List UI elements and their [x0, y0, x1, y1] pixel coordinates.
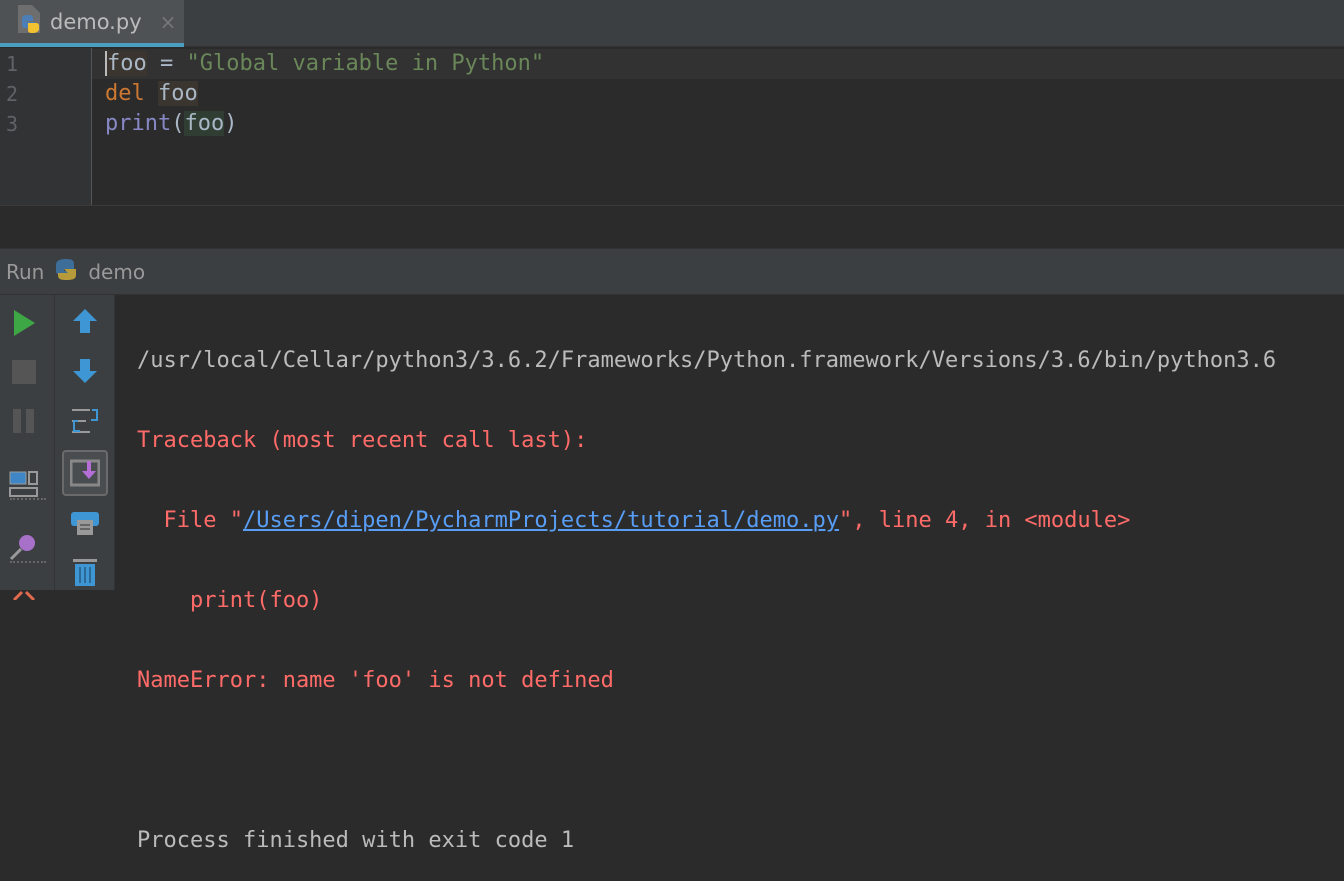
file-prefix: File "	[137, 508, 243, 533]
code-token: foo	[105, 51, 147, 76]
editor-status-strip	[0, 205, 1344, 248]
run-console-output[interactable]: /usr/local/Cellar/python3/3.6.2/Framewor…	[137, 296, 1276, 881]
console-blank-line	[137, 746, 1276, 776]
tab-demo-py[interactable]: demo.py ×	[0, 0, 184, 47]
stop-icon[interactable]	[6, 354, 42, 390]
print-icon[interactable]	[67, 503, 103, 539]
file-suffix: ", line 4, in <module>	[839, 508, 1130, 533]
run-toolbar-primary	[0, 295, 55, 590]
scroll-to-end-toggle[interactable]	[62, 450, 108, 496]
rerun-play-icon[interactable]	[6, 305, 42, 341]
line-number: 3	[6, 109, 18, 139]
console-command-line: /usr/local/Cellar/python3/3.6.2/Framewor…	[137, 346, 1276, 376]
soft-wrap-icon[interactable]	[67, 403, 103, 439]
pause-icon[interactable]	[6, 403, 42, 439]
up-arrow-icon[interactable]	[67, 303, 103, 339]
code-line[interactable]: del foo	[105, 79, 198, 109]
code-token: "Global variable in Python"	[187, 51, 545, 76]
close-tab-icon[interactable]: ×	[160, 10, 177, 34]
close-icon[interactable]	[6, 577, 42, 613]
code-token: =	[147, 51, 187, 76]
code-token	[145, 81, 158, 106]
console-exit-message: Process finished with exit code 1	[137, 826, 1276, 856]
run-label: Run	[6, 260, 44, 284]
console-error-message: NameError: name 'foo' is not defined	[137, 666, 1276, 696]
code-token: )	[224, 111, 237, 136]
trash-icon[interactable]	[67, 553, 103, 589]
line-number: 2	[6, 79, 18, 109]
run-config-name[interactable]: demo	[88, 260, 145, 284]
code-token: foo	[158, 81, 198, 106]
code-token: foo	[184, 111, 224, 136]
python-icon	[52, 255, 80, 288]
editor-tab-bar: demo.py ×	[0, 0, 1344, 47]
console-code-line: print(foo)	[137, 586, 1276, 616]
run-toolbar-secondary	[55, 295, 115, 590]
code-line[interactable]: print(foo)	[105, 109, 237, 139]
python-file-icon	[16, 5, 42, 39]
code-token: print	[105, 111, 171, 136]
pin-tab-icon[interactable]	[6, 528, 42, 564]
console-traceback-header: Traceback (most recent call last):	[137, 426, 1276, 456]
console-file-line: File "/Users/dipen/PycharmProjects/tutor…	[137, 506, 1276, 536]
code-token: (	[171, 111, 184, 136]
down-arrow-icon[interactable]	[67, 353, 103, 389]
tab-filename: demo.py	[50, 10, 142, 34]
run-panel-header: Run demo	[0, 248, 1344, 295]
line-number: 1	[6, 49, 18, 79]
line-gutter: 1 2 3	[0, 48, 92, 205]
code-editor[interactable]: 1 2 3 foo = "Global variable in Python"d…	[0, 48, 1344, 205]
code-line[interactable]: foo = "Global variable in Python"	[105, 49, 544, 79]
file-link[interactable]: /Users/dipen/PycharmProjects/tutorial/de…	[243, 508, 839, 533]
restore-layout-icon[interactable]	[6, 465, 42, 501]
code-token: del	[105, 81, 145, 106]
